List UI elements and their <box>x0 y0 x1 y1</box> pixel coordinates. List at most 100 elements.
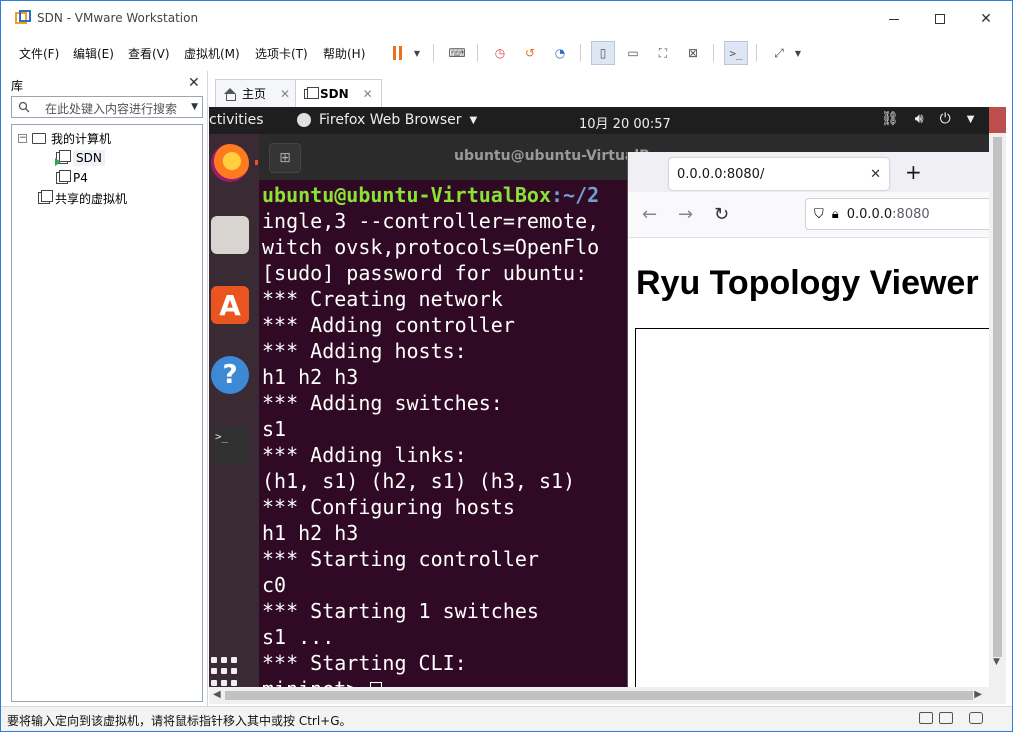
terminal-line: s1 ... <box>262 625 335 649</box>
chevron-down-icon: ▼ <box>794 48 802 58</box>
show-library-button[interactable]: ▯ <box>591 41 615 65</box>
message-icon[interactable] <box>969 712 983 724</box>
close-icon: ✕ <box>188 75 200 91</box>
pause-button[interactable] <box>385 41 409 65</box>
terminal-output[interactable]: ubuntu@ubuntu-VirtualBox:~/2 ingle,3 --c… <box>262 182 599 687</box>
terminal-line: *** Starting controller <box>262 547 539 571</box>
app-menu[interactable]: Firefox Web Browser ▼ <box>297 112 477 128</box>
terminal-dock-icon[interactable]: >_ <box>211 426 249 464</box>
snapshot-button[interactable]: ◷ <box>488 41 512 65</box>
firefox-tab-strip: 0.0.0.0:8080/ ✕ + <box>628 152 989 192</box>
menu-view[interactable]: 查看(V) <box>128 45 170 62</box>
show-apps-icon[interactable] <box>211 657 241 687</box>
full-screen-button[interactable]: ⛶ <box>651 41 675 65</box>
vm-console[interactable]: ctivities Firefox Web Browser ▼ 10月 20 0… <box>209 107 989 687</box>
maximize-icon <box>935 14 945 24</box>
menu-tabs[interactable]: 选项卡(T) <box>255 45 308 62</box>
chevron-down-icon[interactable]: ▼ <box>191 102 198 112</box>
vertical-scroll-thumb[interactable] <box>993 137 1002 657</box>
tree-item-p4[interactable]: P4 <box>56 169 88 187</box>
terminal-line: ingle,3 --controller=remote, <box>262 209 600 233</box>
tree-item-sdn[interactable]: SDN <box>55 149 105 167</box>
help-dock-icon[interactable]: ? <box>211 356 249 394</box>
thumbnail-bar-button[interactable]: ▭ <box>621 41 645 65</box>
mininet-prompt: mininet> <box>262 677 358 687</box>
terminal-new-tab-button[interactable]: ⊞ <box>269 143 301 173</box>
menu-edit[interactable]: 编辑(E) <box>73 45 114 62</box>
system-tray[interactable]: ⛓ 🔊︎ ⏻ ▼ <box>881 111 974 127</box>
keyboard-icon: ⌨ <box>448 46 466 60</box>
computer-icon <box>32 132 46 144</box>
tree-item-my-computer[interactable]: − 我的计算机 <box>18 129 111 147</box>
terminal-line: c0 <box>262 573 287 597</box>
snapshot-manager-button[interactable]: ◔ <box>548 41 572 65</box>
firefox-tab[interactable]: 0.0.0.0:8080/ ✕ <box>669 158 889 190</box>
tab-close-icon[interactable]: ✕ <box>280 87 290 101</box>
close-button[interactable]: ✕ <box>963 1 1009 37</box>
send-ctrl-alt-del-button[interactable]: ⌨ <box>445 41 469 65</box>
chevron-down-icon: ▼ <box>413 48 421 58</box>
network-adapter-icon[interactable] <box>939 712 953 724</box>
firefox-window[interactable]: 0.0.0.0:8080/ ✕ + ← → ↻ ⛉ 🔒︎ 0.0.0.0:808… <box>627 152 989 687</box>
tab-home[interactable]: 主页 ✕ <box>215 79 300 107</box>
console-view-button[interactable]: >_ <box>724 41 748 65</box>
lock-icon[interactable]: 🔒︎ <box>832 207 839 222</box>
tab-sdn[interactable]: SDN ✕ <box>295 79 382 107</box>
collapse-icon[interactable]: − <box>18 133 27 143</box>
tab-close-icon[interactable]: ✕ <box>363 87 373 101</box>
volume-icon: 🔊︎ <box>914 111 924 127</box>
firefox-icon <box>297 113 311 127</box>
new-tab-icon: ⊞ <box>279 150 291 166</box>
menu-help[interactable]: 帮助(H) <box>323 45 365 62</box>
firefox-dock-icon[interactable] <box>211 144 249 182</box>
topology-canvas[interactable] <box>635 328 989 687</box>
status-bar: 要将输入定向到该虚拟机，请将鼠标指针移入其中或按 Ctrl+G。 <box>1 706 1012 731</box>
firefox-navbar: ← → ↻ ⛉ 🔒︎ 0.0.0.0:8080 <box>628 192 989 238</box>
library-title: 库 <box>11 79 24 93</box>
power-dropdown-button[interactable]: ▼ <box>409 41 425 65</box>
terminal-line: *** Adding switches: <box>262 391 503 415</box>
vm-tabs: 主页 ✕ SDN ✕ <box>209 71 1012 107</box>
stretch-dropdown-button[interactable]: ▼ <box>791 41 805 65</box>
library-tree: − 我的计算机 SDN P4 共享的虚拟机 <box>11 124 203 702</box>
fullscreen-icon: ⛶ <box>658 45 668 60</box>
revert-snapshot-button[interactable]: ↺ <box>518 41 542 65</box>
clock[interactable]: 10月 20 00:57 <box>579 113 671 132</box>
url-bar[interactable]: ⛉ 🔒︎ 0.0.0.0:8080 <box>805 198 989 230</box>
minimize-button[interactable] <box>871 1 917 37</box>
close-tab-icon[interactable]: ✕ <box>870 167 881 182</box>
back-icon[interactable]: ← <box>642 204 657 225</box>
scroll-down-icon[interactable]: ▼ <box>993 657 1000 667</box>
shield-icon[interactable]: ⛉ <box>814 207 824 222</box>
revert-icon: ↺ <box>524 46 536 60</box>
activities-button[interactable]: ctivities <box>209 112 264 128</box>
files-dock-icon[interactable] <box>211 216 249 254</box>
vm-edge-strip <box>989 107 1006 133</box>
tab-label: 主页 <box>242 87 267 101</box>
status-message: 要将输入定向到该虚拟机，请将鼠标指针移入其中或按 Ctrl+G。 <box>7 714 352 728</box>
tree-item-shared-vms[interactable]: 共享的虚拟机 <box>38 189 127 207</box>
reload-icon[interactable]: ↻ <box>714 204 729 225</box>
terminal-title: ubuntu@ubuntu-VirtualB <box>454 148 650 164</box>
menu-file[interactable]: 文件(F) <box>19 45 59 62</box>
menu-vm[interactable]: 虚拟机(M) <box>184 45 240 62</box>
tab-label: SDN <box>320 86 349 101</box>
forward-icon[interactable]: → <box>678 204 693 225</box>
hard-disk-icon[interactable] <box>919 712 933 724</box>
scroll-left-icon[interactable]: ◀ <box>213 689 221 700</box>
tree-label: 我的计算机 <box>51 131 112 146</box>
maximize-button[interactable] <box>917 1 963 37</box>
horizontal-scroll-thumb[interactable] <box>225 691 973 700</box>
vertical-scrollbar[interactable]: ▼ <box>989 107 1006 687</box>
horizontal-scrollbar[interactable]: ◀ ▶ <box>209 687 1006 704</box>
software-dock-icon[interactable]: A <box>211 286 249 324</box>
unity-button[interactable]: ⊠ <box>681 41 705 65</box>
library-search-input[interactable]: 在此处键入内容进行搜索 ▼ <box>11 96 203 118</box>
stretch-guest-button[interactable]: ⤢ <box>767 41 791 65</box>
scroll-right-icon[interactable]: ▶ <box>974 689 982 700</box>
library-panel: 库 ✕ 在此处键入内容进行搜索 ▼ − 我的计算机 SDN P4 共享的虚拟机 <box>1 71 208 707</box>
terminal-line: (h1, s1) (h2, s1) (h3, s1) <box>262 469 576 493</box>
new-tab-button[interactable]: + <box>905 160 922 184</box>
network-icon: ⛓ <box>881 111 899 127</box>
library-close-button[interactable]: ✕ <box>188 75 200 91</box>
